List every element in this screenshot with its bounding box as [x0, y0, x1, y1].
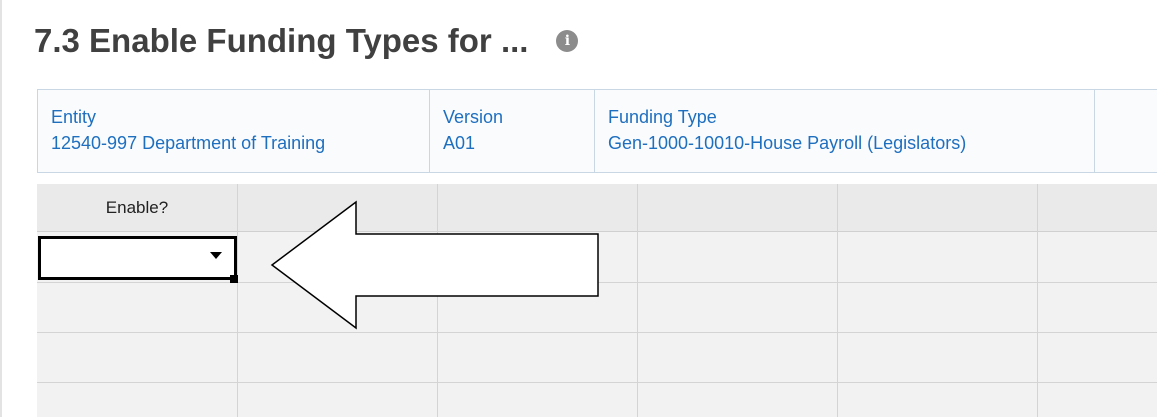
pov-version-value: A01: [443, 133, 476, 153]
row-divider: [37, 382, 1157, 383]
pov-funding-type[interactable]: Funding Type Gen-1000-10010-House Payrol…: [595, 90, 1095, 172]
pov-entity-label: Entity: [51, 107, 97, 127]
column-header[interactable]: [1037, 184, 1157, 231]
column-header-enable[interactable]: Enable?: [37, 184, 237, 231]
arrow-shape: [270, 200, 599, 330]
pov-funding-type-label: Funding Type: [608, 107, 717, 127]
info-icon[interactable]: i: [556, 30, 579, 52]
title-row: 7.3 Enable Funding Types for ... i: [34, 16, 579, 66]
pov-funding-type-value: Gen-1000-10010-House Payroll (Legislator…: [608, 133, 967, 153]
pov-entity-value: 12540-997 Department of Training: [51, 133, 326, 153]
pov-version-label: Version: [443, 107, 504, 127]
page-title: 7.3 Enable Funding Types for ...: [34, 22, 529, 59]
grid-cell[interactable]: [237, 332, 437, 382]
left-divider: [0, 0, 2, 417]
pov-version[interactable]: Version A01: [430, 90, 595, 172]
page: 7.3 Enable Funding Types for ... i Entit…: [0, 0, 1157, 417]
pov-entity[interactable]: Entity 12540-997 Department of Training: [38, 90, 430, 172]
chevron-down-icon[interactable]: [210, 252, 222, 259]
pov-bar: Entity 12540-997 Department of Training …: [37, 89, 1157, 173]
enable-dropdown-cell[interactable]: [38, 236, 237, 280]
fill-handle[interactable]: [230, 275, 238, 283]
column-header[interactable]: [637, 184, 837, 231]
row-divider: [37, 332, 1157, 333]
left-arrow-annotation: [270, 200, 599, 330]
column-header[interactable]: [837, 184, 1037, 231]
